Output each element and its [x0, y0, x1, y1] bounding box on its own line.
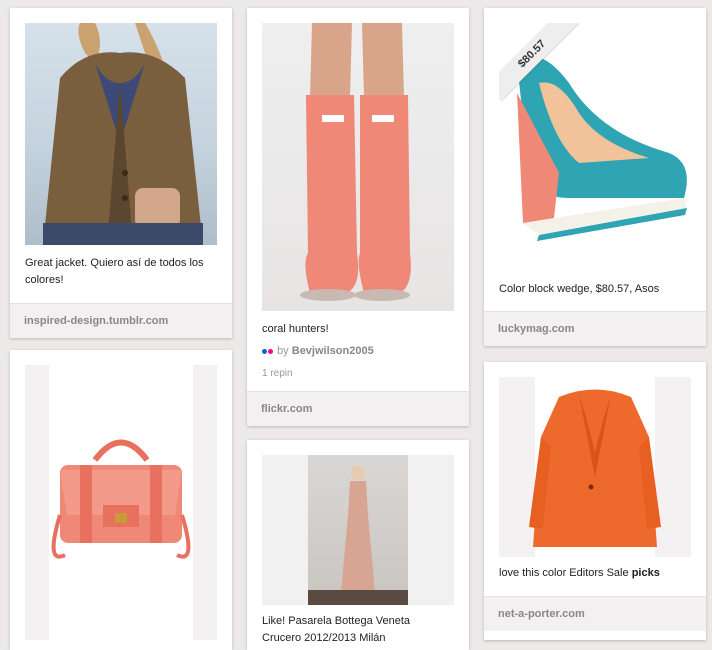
blazer-illustration	[529, 389, 661, 547]
bag-illustration	[51, 439, 191, 559]
pin-card-wedge[interactable]: $80.57 Color block wedge, $80.57, Asos l…	[484, 8, 706, 346]
pin-image-bag[interactable]	[25, 365, 217, 640]
description-main: love this color Editors Sale	[499, 567, 629, 579]
repin-count[interactable]: 1 repin	[262, 368, 293, 379]
flickr-blue-dot-icon	[262, 348, 267, 354]
pin-source-link[interactable]: net-a-porter.com	[484, 596, 706, 631]
pin-description: love this color Editors Sale picks	[499, 565, 689, 582]
boots-illustration	[300, 23, 411, 301]
attribution-user[interactable]: Bevjwilson2005	[292, 345, 374, 357]
pin-card-jacket[interactable]: Great jacket. Quiero así de todos los co…	[10, 8, 232, 338]
pin-card-dress[interactable]: Like! Pasarela Bottega Veneta Crucero 20…	[247, 440, 469, 650]
pin-description: Color block wedge, $80.57, Asos	[499, 283, 660, 295]
pin-attribution[interactable]: by Bevjwilson2005	[262, 345, 374, 357]
pin-image-dress[interactable]	[262, 455, 454, 605]
pin-card-blazer[interactable]: love this color Editors Sale picks net-a…	[484, 362, 706, 640]
pin-source-link[interactable]: luckymag.com	[484, 311, 706, 346]
description-bold: picks	[631, 567, 660, 579]
pin-image-boots[interactable]	[262, 23, 454, 311]
pin-card-bag[interactable]	[10, 350, 232, 650]
pin-image-blazer[interactable]	[499, 377, 691, 557]
pin-source-link[interactable]: inspired-design.tumblr.com	[10, 303, 232, 338]
pin-description: coral hunters!	[262, 323, 329, 335]
pin-image-jacket[interactable]	[25, 23, 217, 245]
pin-description: Great jacket. Quiero así de todos los co…	[25, 257, 204, 286]
pin-card-boots[interactable]: coral hunters! by Bevjwilson2005 1 repin…	[247, 8, 469, 426]
dress-illustration	[308, 466, 408, 605]
attribution-prefix: by	[277, 345, 289, 357]
flickr-pink-dot-icon	[268, 348, 273, 354]
pin-source-link[interactable]: flickr.com	[247, 391, 469, 426]
jacket-illustration	[43, 23, 203, 245]
pin-image-wedge[interactable]: $80.57	[499, 23, 691, 273]
